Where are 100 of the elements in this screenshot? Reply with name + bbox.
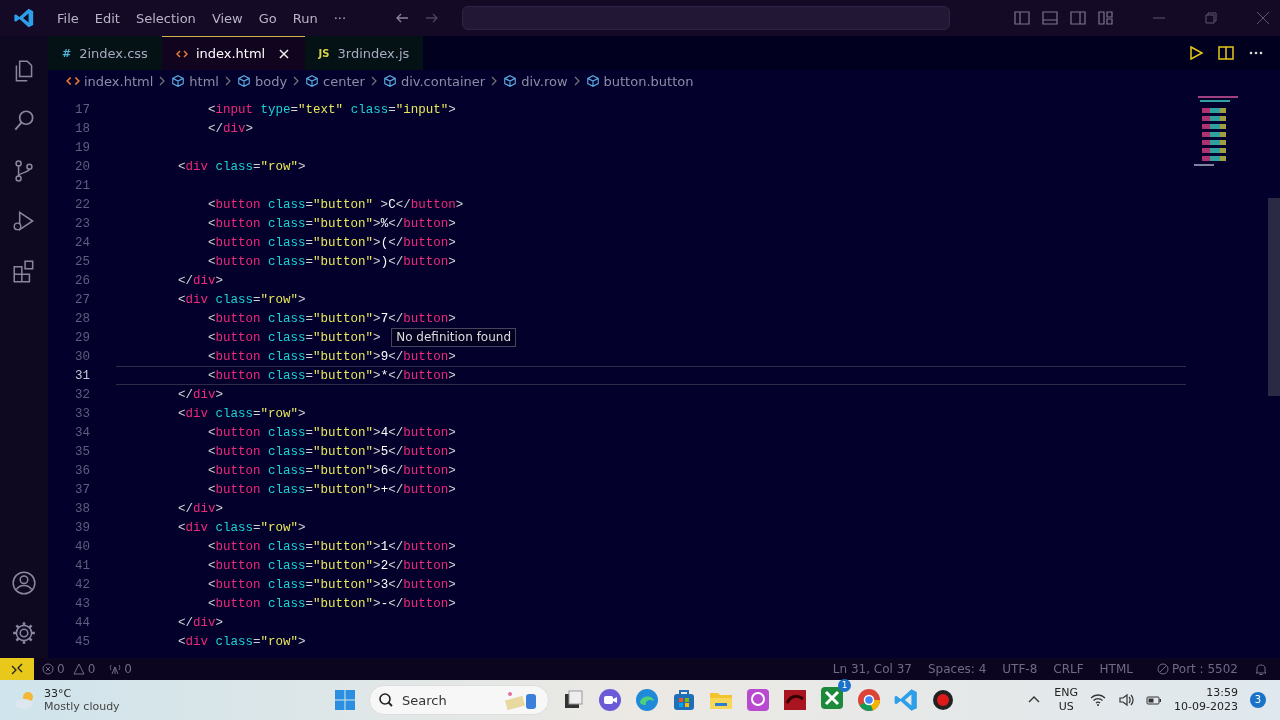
warning-count[interactable]: 0 bbox=[87, 662, 96, 676]
cube-icon bbox=[236, 74, 251, 88]
store-icon[interactable] bbox=[671, 687, 697, 713]
menu-item[interactable]: Run bbox=[284, 6, 326, 30]
temperature: 33°C bbox=[44, 687, 73, 700]
code-line: <button class="button">(</button> bbox=[207, 235, 456, 250]
line-number: 36 bbox=[74, 463, 90, 478]
antenna-icon bbox=[109, 663, 122, 675]
line-number: 21 bbox=[74, 178, 90, 193]
layout-icon[interactable] bbox=[1098, 10, 1114, 26]
record-icon[interactable] bbox=[930, 687, 956, 713]
bell-icon[interactable] bbox=[1254, 662, 1268, 676]
line-number: 38 bbox=[74, 501, 90, 516]
chrome-icon[interactable] bbox=[856, 687, 882, 713]
breadcrumb-item[interactable]: div.container bbox=[382, 73, 486, 89]
scrollbar[interactable] bbox=[1268, 198, 1280, 396]
code-line: <button class="button">2</button> bbox=[207, 558, 456, 573]
line-number: 17 bbox=[74, 102, 90, 117]
line-number: 40 bbox=[74, 539, 90, 554]
warning-icon bbox=[72, 663, 85, 675]
line-number: 33 bbox=[74, 406, 90, 421]
line-number: 20 bbox=[74, 159, 90, 174]
browser-icon[interactable] bbox=[634, 687, 660, 713]
breadcrumb-item[interactable]: index.html bbox=[66, 73, 154, 89]
code-line: </div> bbox=[177, 387, 224, 402]
line-number: 22 bbox=[74, 197, 90, 212]
status-item[interactable]: Ln 31, Col 37 bbox=[832, 662, 912, 676]
file-tab[interactable]: # 2index.css bbox=[48, 36, 162, 70]
code-brackets-icon bbox=[175, 47, 188, 60]
layout-icon[interactable] bbox=[1014, 10, 1030, 26]
code-line: <button class="button">5</button> bbox=[207, 444, 456, 459]
line-number: 34 bbox=[74, 425, 90, 440]
line-number: 27 bbox=[74, 292, 90, 307]
line-number: 18 bbox=[74, 121, 90, 136]
menu-item[interactable]: File bbox=[49, 6, 87, 30]
cube-icon bbox=[305, 74, 320, 88]
file-tab[interactable]: JS 3rdindex.js bbox=[304, 36, 424, 70]
line-number: 30 bbox=[74, 349, 90, 364]
code-line: <button class="button">-</button> bbox=[207, 596, 456, 611]
code-line: <div class="row"> bbox=[177, 159, 306, 174]
code-line: <button class="button">*</button> bbox=[207, 368, 456, 383]
menu-item[interactable]: Go bbox=[250, 6, 285, 30]
code-brackets-icon bbox=[66, 74, 80, 88]
line-number: 41 bbox=[74, 558, 90, 573]
menu-item[interactable]: ··· bbox=[325, 6, 355, 30]
ports-count[interactable]: 0 bbox=[124, 662, 132, 676]
code-line: <div class="row"> bbox=[177, 292, 306, 307]
clock[interactable]: 13:59 10-09-2023 bbox=[1174, 686, 1238, 714]
settings-icon[interactable] bbox=[11, 620, 37, 646]
file-tab[interactable]: index.html × bbox=[161, 36, 305, 70]
menu-item[interactable]: Edit bbox=[86, 6, 128, 30]
cube-icon bbox=[503, 74, 518, 88]
code-line: <input type="text" class="input"> bbox=[207, 102, 456, 117]
remote-icon bbox=[10, 662, 24, 676]
port-status[interactable]: Port : 5502 bbox=[1172, 662, 1238, 676]
split-editor-icon[interactable] bbox=[1218, 45, 1234, 61]
layout-icon[interactable] bbox=[1070, 10, 1086, 26]
line-number: 23 bbox=[74, 216, 90, 231]
breadcrumb-item[interactable]: div.row bbox=[503, 73, 568, 89]
status-item[interactable]: CRLF bbox=[1053, 662, 1084, 676]
run-icon[interactable] bbox=[1188, 45, 1204, 61]
editor-logo-icon[interactable] bbox=[13, 7, 35, 29]
photo-app-icon[interactable] bbox=[745, 687, 771, 713]
breadcrumb-item[interactable]: html bbox=[171, 73, 219, 89]
breadcrumb-item[interactable]: center bbox=[305, 73, 365, 89]
menu-item[interactable]: Selection bbox=[127, 6, 204, 30]
weather-text: Mostly cloudy bbox=[44, 700, 120, 713]
notification-badge[interactable]: 3 bbox=[1250, 692, 1266, 708]
app-icon[interactable] bbox=[782, 687, 808, 713]
remote-button[interactable] bbox=[0, 658, 34, 680]
code-line: <button class="button">%</button> bbox=[207, 216, 456, 231]
language-indicator[interactable]: ENG US bbox=[1054, 686, 1079, 714]
menu-item[interactable]: View bbox=[203, 6, 251, 30]
status-item[interactable]: HTML bbox=[1099, 662, 1133, 676]
code-line: </div> bbox=[177, 273, 224, 288]
status-item[interactable]: Spaces: 4 bbox=[928, 662, 987, 676]
breadcrumb-item[interactable]: button.button bbox=[585, 73, 694, 89]
code-line: <div class="row"> bbox=[177, 520, 306, 535]
code-line: <button class="button">)</button> bbox=[207, 254, 456, 269]
error-count[interactable]: 0 bbox=[57, 662, 65, 676]
code-line: <button class="button"> bbox=[207, 330, 381, 345]
start-icon[interactable] bbox=[332, 687, 358, 713]
account-icon[interactable] bbox=[11, 570, 37, 596]
taskbar-search[interactable]: Search bbox=[369, 685, 549, 715]
error-icon bbox=[42, 663, 54, 675]
code-line: <div class="row"> bbox=[177, 634, 306, 649]
status-item[interactable]: UTF-8 bbox=[1002, 662, 1038, 676]
wifi-icon[interactable] bbox=[1090, 692, 1107, 708]
line-number: 39 bbox=[74, 520, 90, 535]
layout-icon[interactable] bbox=[1042, 10, 1058, 26]
close-icon[interactable] bbox=[1256, 11, 1270, 25]
line-number: 43 bbox=[74, 596, 90, 611]
line-number: 19 bbox=[74, 140, 90, 155]
line-number: 35 bbox=[74, 444, 90, 459]
code-line: </div> bbox=[177, 615, 224, 630]
volume-icon[interactable] bbox=[1118, 692, 1135, 708]
code-line: <button class="button">7</button> bbox=[207, 311, 456, 326]
video-chat-icon[interactable] bbox=[597, 687, 623, 713]
breadcrumb-item[interactable]: body bbox=[236, 73, 288, 89]
cube-icon bbox=[585, 74, 600, 88]
